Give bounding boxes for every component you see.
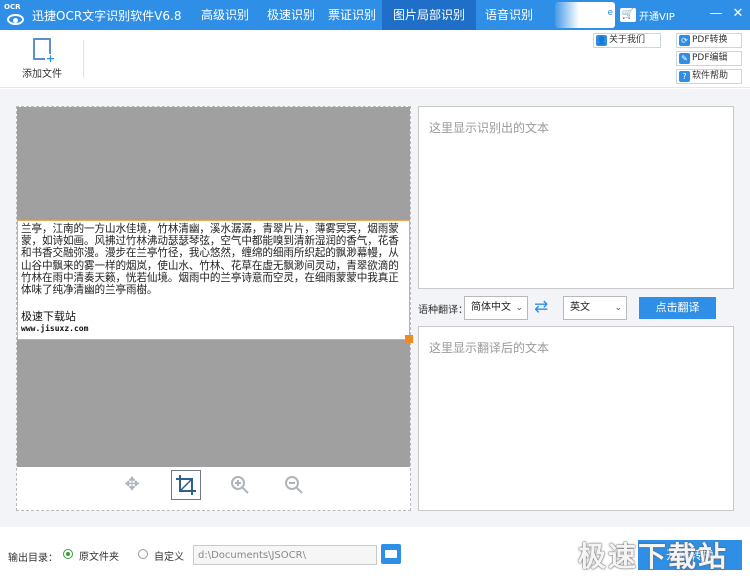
crop-glyph [176,475,196,495]
tab-partial-image-recognition[interactable]: 图片局部识别 [382,0,476,30]
move-icon[interactable]: ✥ [117,470,147,500]
help-label: 软件帮助 [692,71,729,81]
output-bar: 输出目录： 原文件夹 自定义 开始转换 极速下载站 [0,527,750,585]
translation-label: 语种翻译： [418,305,468,316]
source-folder-label: 原文件夹 [79,552,119,563]
toolbar: 添加文件 👤 关于我们 ⟳ PDF转换 ✎ PDF编辑 ? 软件帮助 [0,30,750,88]
zoom-in-glyph [231,476,249,494]
toolbar-divider [83,40,84,78]
target-language-value: 英文 [570,302,590,313]
tab-overflow-fade: e [555,2,615,28]
pdf-edit-icon: ✎ [679,53,690,64]
title-bar: OCR 迅捷OCR文字识别软件V6.8 高级识别 极速识别 票证识别 图片局部识… [0,0,750,30]
user-icon: 👤 [596,35,607,46]
minimize-button[interactable]: — [709,6,723,22]
target-language-select[interactable]: 英文 ⌄ [563,296,627,320]
image-canvas[interactable]: 兰亭，江南的一方山水佳境，竹林清幽，溪水潺潺，青翠片片，薄雾冥冥，烟雨蒙蒙，如诗… [17,107,413,467]
crop-icon[interactable] [171,470,201,500]
source-language-select[interactable]: 简体中文 ⌄ [464,296,528,320]
selection-resize-handle[interactable] [405,335,413,343]
recognized-text-area[interactable]: 这里显示识别出的文本 [418,106,734,289]
radio-custom[interactable] [138,549,148,559]
recognized-text-placeholder: 这里显示识别出的文本 [429,121,550,135]
eye-icon [7,14,24,25]
image-site-url: www.jisuxz.com [21,324,89,334]
folder-icon[interactable] [381,544,401,564]
swap-languages-icon[interactable]: ⇄ [534,298,548,316]
logo-text: OCR [4,3,21,11]
image-site-name: 极速下载站 [21,310,76,324]
watermark: 极速下载站 [578,540,729,573]
custom-label: 自定义 [154,552,184,563]
add-file-button[interactable]: 添加文件 [18,38,66,80]
cart-icon: 🛒 [620,8,636,22]
tab-ticket-recognition[interactable]: 票证识别 [322,0,382,30]
chevron-down-icon: ⌄ [614,303,622,313]
pdf-convert-icon: ⟳ [679,35,690,46]
output-directory-label: 输出目录： [8,553,58,564]
tab-fast-recognition[interactable]: 极速识别 [258,0,324,30]
main-area: 兰亭，江南的一方山水佳境，竹林清幽，溪水潺潺，青翠片片，薄雾冥冥，烟雨蒙蒙，如诗… [0,89,750,527]
pdf-convert-button[interactable]: ⟳ PDF转换 [676,33,742,48]
image-selection[interactable]: 兰亭，江南的一方山水佳境，竹林清幽，溪水潺潺，青翠片片，薄雾冥冥，烟雨蒙蒙，如诗… [17,220,413,343]
add-file-icon [33,38,56,65]
tab-advanced-recognition[interactable]: 高级识别 [192,0,258,30]
image-panel: 兰亭，江南的一方山水佳境，竹林清幽，溪水潺潺，青翠片片，薄雾冥冥，烟雨蒙蒙，如诗… [16,106,413,511]
app-logo: OCR [4,3,28,27]
translated-text-area[interactable]: 这里显示翻译后的文本 [418,326,734,511]
vip-button[interactable]: 🛒 开通VIP [620,6,675,24]
pdf-convert-label: PDF转换 [692,35,728,45]
image-text: 兰亭，江南的一方山水佳境，竹林清幽，溪水潺潺，青翠片片，薄雾冥冥，烟雨蒙蒙，如诗… [21,223,399,297]
pdf-edit-button[interactable]: ✎ PDF编辑 [676,51,742,66]
tab-overflow-text: e [607,8,613,18]
tab-voice-recognition[interactable]: 语音识别 [476,0,542,30]
about-us-label: 关于我们 [609,35,646,45]
add-file-label: 添加文件 [22,69,62,80]
vip-label: 开通VIP [639,11,675,23]
source-language-value: 简体中文 [471,302,511,313]
translated-text-placeholder: 这里显示翻译后的文本 [429,341,550,355]
zoom-out-glyph [285,476,303,494]
chevron-down-icon: ⌄ [515,303,523,313]
about-us-button[interactable]: 👤 关于我们 [593,33,661,48]
radio-source-folder[interactable] [63,549,73,559]
output-path-input[interactable] [193,545,377,565]
zoom-in-icon[interactable] [225,470,255,500]
translate-button[interactable]: 点击翻译 [639,297,716,319]
pdf-edit-label: PDF编辑 [692,53,728,63]
zoom-out-icon[interactable] [279,470,309,500]
close-button[interactable]: ✕ [731,6,745,22]
app-title: 迅捷OCR文字识别软件V6.8 [32,9,182,23]
help-button[interactable]: ? 软件帮助 [676,69,742,84]
help-icon: ? [679,71,690,82]
